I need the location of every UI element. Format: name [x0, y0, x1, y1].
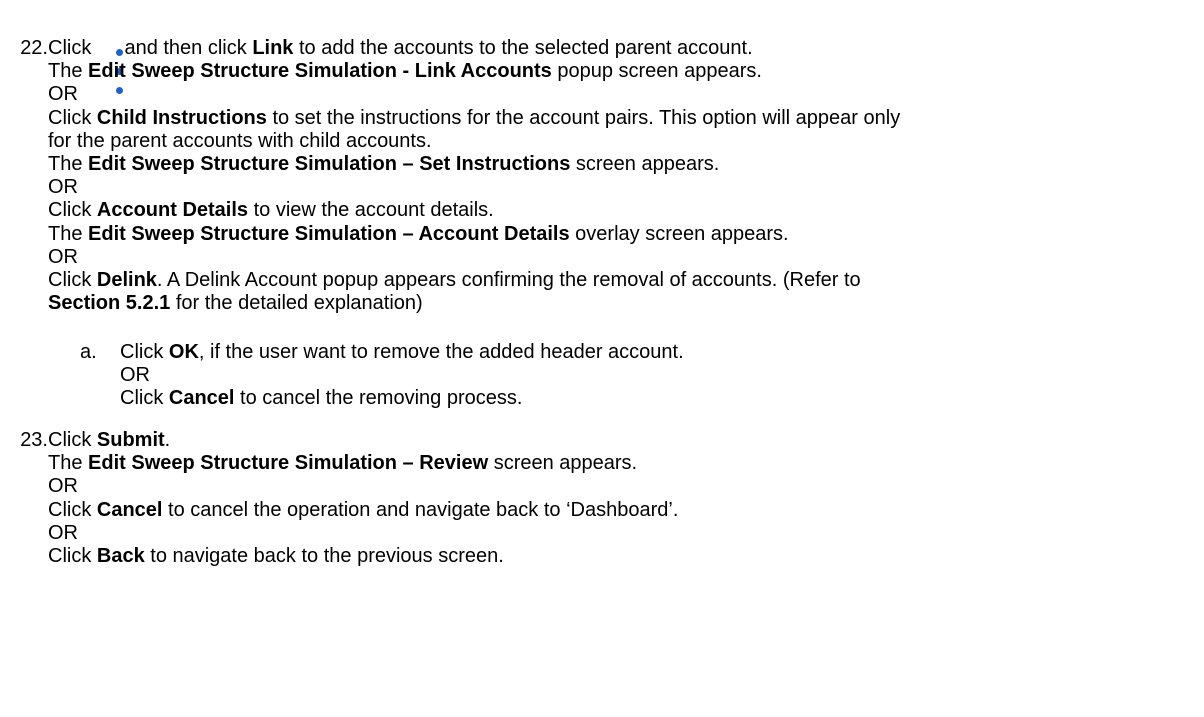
- text-line: Click Cancel to cancel the operation and…: [48, 498, 679, 521]
- or-text: OR: [48, 176, 78, 199]
- text-line: Click Submit.: [48, 429, 171, 451]
- or-text: OR: [48, 521, 78, 544]
- step-number: 23.: [20, 429, 48, 451]
- text-line: Click OK, if the user want to remove the…: [120, 341, 684, 363]
- or-text: OR: [48, 475, 78, 498]
- sub-step-a-text: Click OK, if the user want to remove the…: [120, 341, 1204, 411]
- step-22-text: Click and then click Link to add the acc…: [48, 37, 1198, 315]
- sub-step-letter: a.: [80, 341, 97, 363]
- text-line: Section 5.2.1 for the detailed explanati…: [48, 292, 423, 315]
- text-line: Click Cancel to cancel the removing proc…: [120, 387, 523, 410]
- text-line: Click and then click Link to add the acc…: [48, 37, 753, 59]
- text-line: Click Back to navigate back to the previ…: [48, 544, 504, 567]
- text-line: The Edit Sweep Structure Simulation – Se…: [48, 152, 720, 175]
- or-text: OR: [48, 83, 78, 106]
- or-text: OR: [120, 364, 150, 387]
- step-23-text: Click Submit. The Edit Sweep Structure S…: [48, 429, 1198, 568]
- or-text: OR: [48, 245, 78, 268]
- text-line: Click Account Details to view the accoun…: [48, 199, 494, 222]
- text-line: Click Delink. A Delink Account popup app…: [48, 268, 861, 291]
- text-line: The Edit Sweep Structure Simulation – Ac…: [48, 222, 789, 245]
- text-line: Click Child Instructions to set the inst…: [48, 106, 901, 129]
- step-number: 22.: [20, 37, 48, 59]
- text-line: The Edit Sweep Structure Simulation - Li…: [48, 60, 762, 83]
- text-line: The Edit Sweep Structure Simulation – Re…: [48, 452, 638, 475]
- text-line: for the parent accounts with child accou…: [48, 129, 432, 152]
